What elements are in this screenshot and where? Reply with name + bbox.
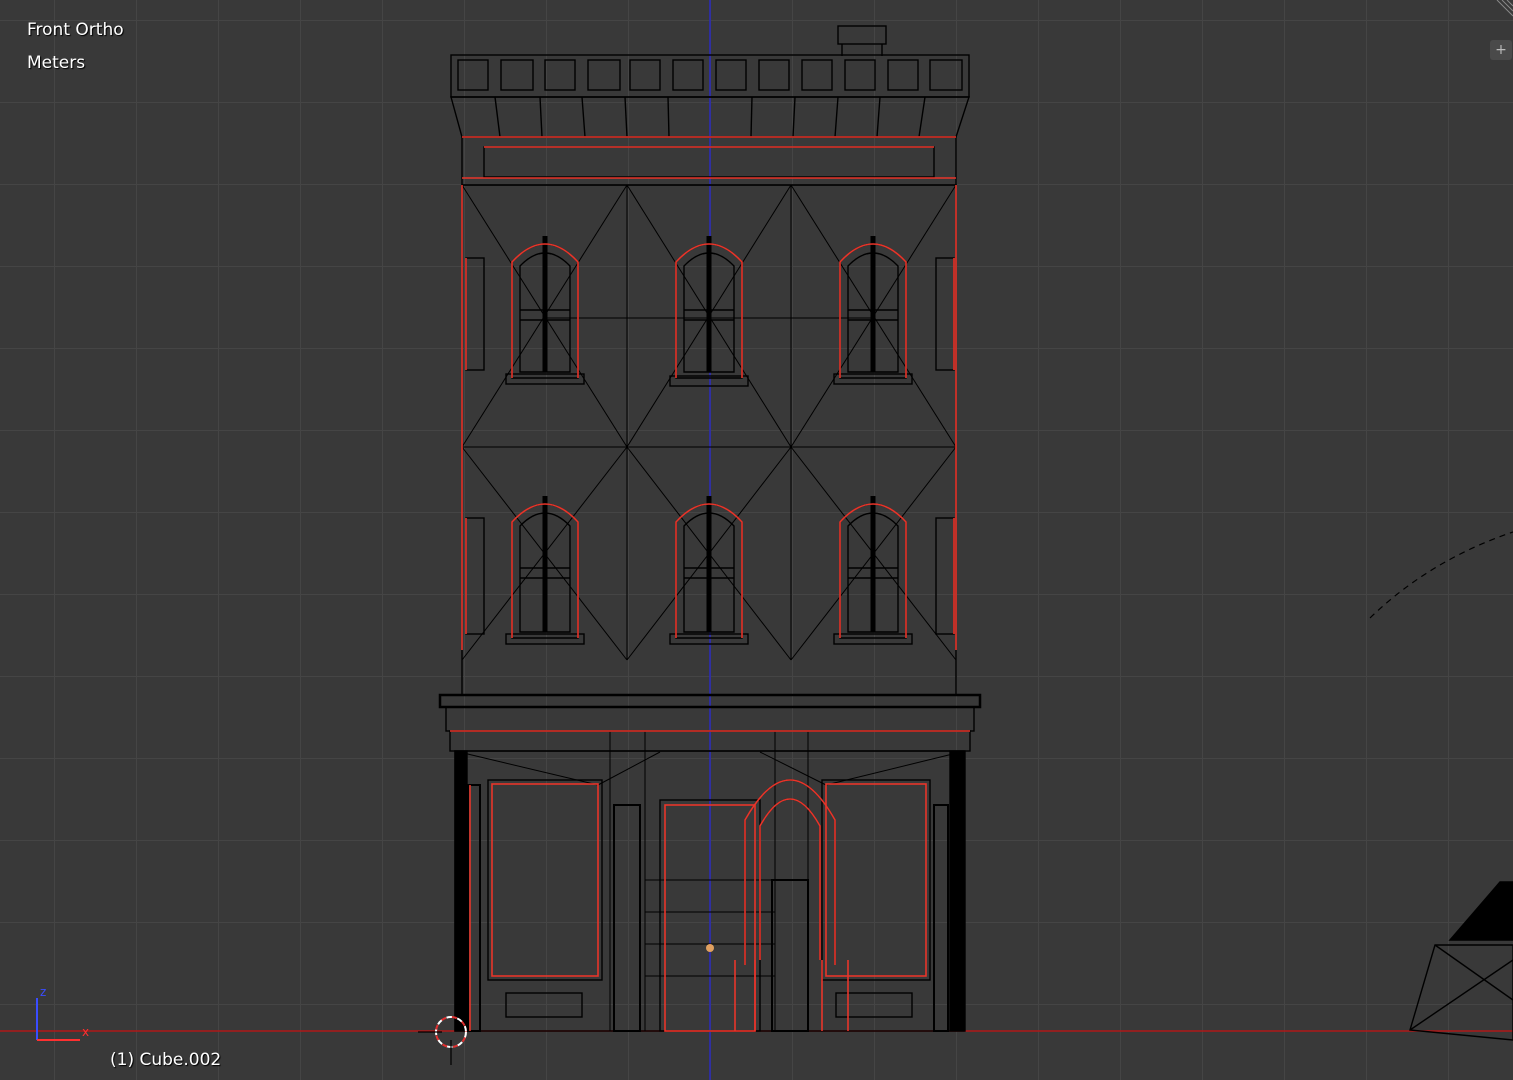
object-origin[interactable] — [706, 944, 714, 952]
wireframe-scene[interactable]: z x — [0, 0, 1513, 1080]
camera-object[interactable] — [1409, 881, 1513, 1041]
chimney — [837, 25, 887, 45]
window-row-2 — [505, 496, 913, 645]
camera-path — [1369, 531, 1513, 619]
gizmo-z-label: z — [40, 985, 46, 999]
gizmo-x-label: x — [82, 1025, 89, 1039]
view-name-label: Front Ortho — [27, 20, 124, 40]
building-mesh[interactable] — [438, 25, 982, 1032]
3d-viewport[interactable]: z x Front Ortho Meters (1) Cube.002 + — [0, 0, 1513, 1080]
plus-icon[interactable]: + — [1490, 40, 1512, 60]
active-object-label: (1) Cube.002 — [110, 1050, 222, 1070]
units-label: Meters — [27, 53, 86, 73]
area-corner-grip-icon[interactable] — [1493, 0, 1513, 20]
window-row-1 — [505, 236, 913, 387]
